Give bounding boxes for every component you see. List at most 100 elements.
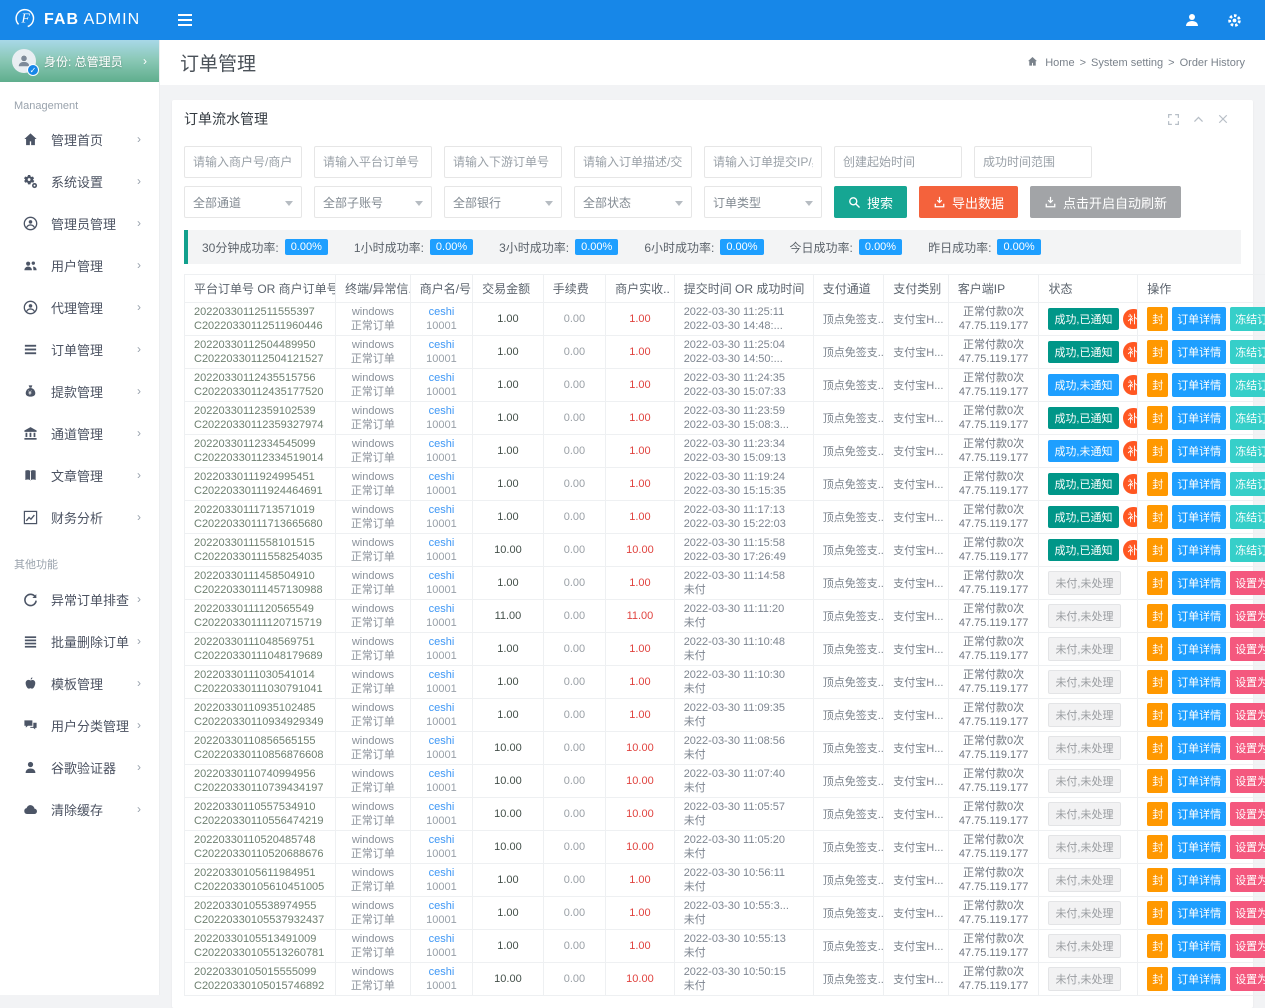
freeze-button[interactable]: 冻结订单 — [1230, 340, 1265, 364]
merchant-link[interactable]: ceshi — [415, 305, 468, 319]
seal-button[interactable]: 封 — [1147, 340, 1168, 364]
export-data-button[interactable]: 导出数据 — [919, 186, 1018, 218]
freeze-button[interactable]: 冻结订单 — [1230, 472, 1265, 496]
freeze-button[interactable]: 冻结订单 — [1230, 406, 1265, 430]
merchant-link[interactable]: ceshi — [415, 899, 468, 913]
merchant-link[interactable]: ceshi — [415, 833, 468, 847]
merchant-link[interactable]: ceshi — [415, 635, 468, 649]
setpaid-button[interactable]: 设置为已支付 — [1230, 802, 1265, 826]
seal-button[interactable]: 封 — [1147, 967, 1168, 991]
setpaid-button[interactable]: 设置为已支付 — [1230, 703, 1265, 727]
setpaid-button[interactable]: 设置为已支付 — [1230, 934, 1265, 958]
setpaid-button[interactable]: 设置为已支付 — [1230, 604, 1265, 628]
merchant-link[interactable]: ceshi — [415, 338, 468, 352]
sidebar-item-admin-home[interactable]: 管理首页› — [0, 118, 159, 160]
user-icon[interactable] — [1184, 12, 1200, 28]
merchant-link[interactable]: ceshi — [415, 470, 468, 484]
detail-button[interactable]: 订单详情 — [1172, 637, 1226, 661]
freeze-button[interactable]: 冻结订单 — [1230, 505, 1265, 529]
sidebar-item-agent-management[interactable]: 代理管理› — [0, 286, 159, 328]
seal-button[interactable]: 封 — [1147, 439, 1168, 463]
expand-icon[interactable] — [1167, 113, 1180, 126]
merchant-link[interactable]: ceshi — [415, 602, 468, 616]
sidebar-item-channel-management[interactable]: 通道管理› — [0, 412, 159, 454]
merchant-link[interactable]: ceshi — [415, 437, 468, 451]
downstream-order-input[interactable] — [444, 146, 562, 178]
menu-toggle-icon[interactable] — [178, 14, 192, 26]
auto-refresh-button[interactable]: 点击开启自动刷新 — [1030, 186, 1181, 218]
seal-button[interactable]: 封 — [1147, 934, 1168, 958]
detail-button[interactable]: 订单详情 — [1172, 373, 1226, 397]
setpaid-button[interactable]: 设置为已支付 — [1230, 670, 1265, 694]
merchant-link[interactable]: ceshi — [415, 734, 468, 748]
seal-button[interactable]: 封 — [1147, 538, 1168, 562]
detail-button[interactable]: 订单详情 — [1172, 307, 1226, 331]
breadcrumb-system-setting[interactable]: System setting — [1091, 57, 1163, 69]
detail-button[interactable]: 订单详情 — [1172, 901, 1226, 925]
channel-select[interactable]: 全部通道 — [184, 186, 302, 218]
detail-button[interactable]: 订单详情 — [1172, 670, 1226, 694]
seal-button[interactable]: 封 — [1147, 472, 1168, 496]
sidebar-item-abnormal-order-check[interactable]: 异常订单排查› — [0, 578, 159, 620]
status-select[interactable]: 全部状态 — [574, 186, 692, 218]
supplement-badge[interactable]: 补 — [1123, 375, 1138, 395]
search-button[interactable]: 搜索 — [834, 186, 907, 218]
close-icon[interactable] — [1217, 113, 1229, 125]
supplement-badge[interactable]: 补 — [1123, 441, 1138, 461]
merchant-link[interactable]: ceshi — [415, 701, 468, 715]
sidebar-item-article-management[interactable]: 文章管理› — [0, 454, 159, 496]
gear-icon[interactable] — [1226, 12, 1243, 29]
merchant-link[interactable]: ceshi — [415, 503, 468, 517]
detail-button[interactable]: 订单详情 — [1172, 538, 1226, 562]
seal-button[interactable]: 封 — [1147, 835, 1168, 859]
order-desc-amount-input[interactable] — [574, 146, 692, 178]
detail-button[interactable]: 订单详情 — [1172, 604, 1226, 628]
merchant-link[interactable]: ceshi — [415, 569, 468, 583]
merchant-link[interactable]: ceshi — [415, 371, 468, 385]
detail-button[interactable]: 订单详情 — [1172, 967, 1226, 991]
freeze-button[interactable]: 冻结订单 — [1230, 373, 1265, 397]
supplement-badge[interactable]: 补 — [1123, 342, 1138, 362]
seal-button[interactable]: 封 — [1147, 868, 1168, 892]
breadcrumb-order-history[interactable]: Order History — [1180, 57, 1245, 69]
detail-button[interactable]: 订单详情 — [1172, 571, 1226, 595]
supplement-badge[interactable]: 补 — [1123, 309, 1138, 329]
profile-banner[interactable]: ✓ 身份: 总管理员 › — [0, 40, 159, 82]
detail-button[interactable]: 订单详情 — [1172, 835, 1226, 859]
detail-button[interactable]: 订单详情 — [1172, 472, 1226, 496]
detail-button[interactable]: 订单详情 — [1172, 406, 1226, 430]
freeze-button[interactable]: 冻结订单 — [1230, 538, 1265, 562]
detail-button[interactable]: 订单详情 — [1172, 505, 1226, 529]
brand[interactable]: F FAB ADMIN — [0, 0, 160, 40]
merchant-link[interactable]: ceshi — [415, 668, 468, 682]
seal-button[interactable]: 封 — [1147, 802, 1168, 826]
merchant-link[interactable]: ceshi — [415, 866, 468, 880]
merchant-link[interactable]: ceshi — [415, 965, 468, 979]
supplement-badge[interactable]: 补 — [1123, 474, 1138, 494]
submit-ip-input[interactable] — [704, 146, 822, 178]
seal-button[interactable]: 封 — [1147, 373, 1168, 397]
seal-button[interactable]: 封 — [1147, 736, 1168, 760]
setpaid-button[interactable]: 设置为已支付 — [1230, 835, 1265, 859]
detail-button[interactable]: 订单详情 — [1172, 934, 1226, 958]
sidebar-item-batch-delete-orders[interactable]: 批量删除订单› — [0, 620, 159, 662]
order-type-select[interactable]: 订单类型 — [704, 186, 822, 218]
supplement-badge[interactable]: 补 — [1123, 540, 1138, 560]
bank-select[interactable]: 全部银行 — [444, 186, 562, 218]
subaccount-select[interactable]: 全部子账号 — [314, 186, 432, 218]
collapse-icon[interactable] — [1192, 113, 1205, 126]
freeze-button[interactable]: 冻结订单 — [1230, 439, 1265, 463]
supplement-badge[interactable]: 补 — [1123, 507, 1138, 527]
sidebar-item-finance-analysis[interactable]: 财务分析› — [0, 496, 159, 538]
detail-button[interactable]: 订单详情 — [1172, 340, 1226, 364]
sidebar-item-withdrawal-management[interactable]: ¥ 提款管理› — [0, 370, 159, 412]
setpaid-button[interactable]: 设置为已支付 — [1230, 868, 1265, 892]
sidebar-item-template-management[interactable]: 模板管理› — [0, 662, 159, 704]
seal-button[interactable]: 封 — [1147, 901, 1168, 925]
seal-button[interactable]: 封 — [1147, 769, 1168, 793]
freeze-button[interactable]: 冻结订单 — [1230, 307, 1265, 331]
sidebar-item-clear-cache[interactable]: 清除缓存› — [0, 788, 159, 830]
seal-button[interactable]: 封 — [1147, 571, 1168, 595]
sidebar-item-user-management[interactable]: 用户管理› — [0, 244, 159, 286]
detail-button[interactable]: 订单详情 — [1172, 868, 1226, 892]
